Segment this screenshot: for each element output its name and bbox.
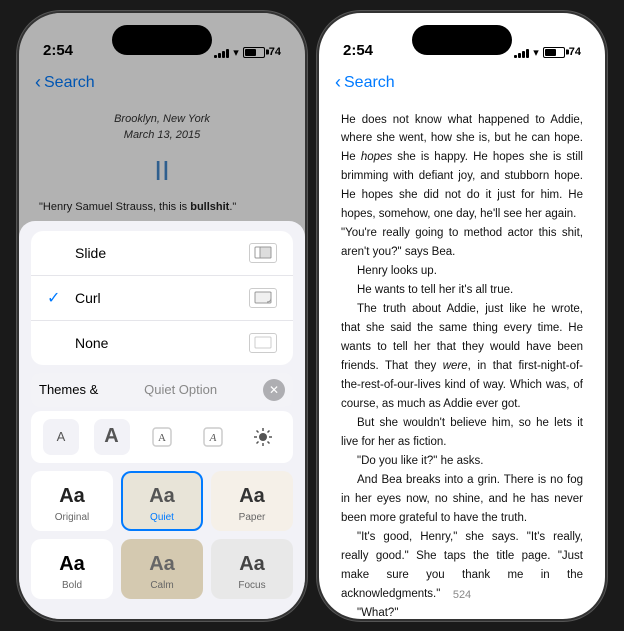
- theme-original-aa: Aa: [59, 485, 85, 508]
- theme-quiet-label: Quiet: [150, 512, 174, 523]
- right-para-4: He wants to tell her it's all true.: [341, 281, 583, 300]
- page-number: 524: [453, 589, 471, 601]
- curl-check: ✓: [47, 288, 67, 308]
- back-label-right: Search: [344, 74, 395, 92]
- themes-label: Themes &: [39, 382, 98, 397]
- theme-quiet[interactable]: Aa Quiet: [121, 471, 203, 531]
- theme-bold-aa: Aa: [59, 553, 85, 576]
- theme-focus-aa: Aa: [239, 553, 265, 576]
- signal-bars-right: [514, 47, 529, 58]
- signal-bar-r2: [518, 53, 521, 58]
- transition-curl[interactable]: ✓ Curl: [31, 276, 293, 321]
- font-serif-btn[interactable]: A: [195, 419, 231, 455]
- none-icon: [249, 333, 277, 353]
- close-button[interactable]: ✕: [263, 379, 285, 401]
- book-content-right: He does not know what happened to Addie,…: [319, 101, 605, 619]
- wifi-icon-right: ▾: [533, 46, 539, 59]
- battery-level-right: 74: [569, 46, 581, 58]
- theme-paper-label: Paper: [239, 512, 266, 523]
- quiet-option-label: Quiet Option: [144, 382, 217, 397]
- battery-fill-right: [545, 49, 557, 56]
- theme-calm[interactable]: Aa Calm: [121, 539, 203, 599]
- dynamic-island-right: [412, 25, 512, 55]
- font-controls: A A A A: [31, 411, 293, 463]
- right-para-6: But she wouldn't believe him, so he lets…: [341, 414, 583, 452]
- theme-original[interactable]: Aa Original: [31, 471, 113, 531]
- brightness-btn[interactable]: [245, 419, 281, 455]
- slide-label: Slide: [75, 245, 106, 261]
- nav-bar-right: ‹ Search: [319, 65, 605, 101]
- themes-grid: Aa Original Aa Quiet Aa Paper Aa Bold Aa: [31, 471, 293, 599]
- theme-bold[interactable]: Aa Bold: [31, 539, 113, 599]
- status-icons-right: ▾ 74: [514, 46, 581, 59]
- back-chevron-right: ‹: [335, 72, 341, 93]
- font-style-btn[interactable]: A: [144, 419, 180, 455]
- theme-bold-label: Bold: [62, 580, 82, 591]
- font-increase-btn[interactable]: A: [94, 419, 130, 455]
- popup-panel: ✓ Slide ✓ Curl: [19, 221, 305, 619]
- font-decrease-btn[interactable]: A: [43, 419, 79, 455]
- status-time-right: 2:54: [343, 42, 373, 59]
- theme-original-label: Original: [55, 512, 89, 523]
- transition-none-left: ✓ None: [47, 333, 108, 353]
- curl-label: Curl: [75, 290, 101, 306]
- left-phone: 2:54 ▾ 74 ‹ Search: [17, 11, 307, 621]
- right-phone: 2:54 ▾ 74 ‹ Search: [317, 11, 607, 621]
- right-para-3: Henry looks up.: [341, 262, 583, 281]
- svg-text:A: A: [208, 432, 216, 444]
- right-para-8: And Bea breaks into a grin. There is no …: [341, 471, 583, 528]
- theme-calm-aa: Aa: [149, 553, 175, 576]
- none-label: None: [75, 335, 108, 351]
- theme-quiet-aa: Aa: [149, 485, 175, 508]
- themes-options-bar: Themes & Quiet Option ✕: [31, 373, 293, 407]
- curl-icon: [249, 288, 277, 308]
- theme-calm-label: Calm: [150, 580, 173, 591]
- signal-bar-r3: [522, 51, 525, 58]
- svg-text:A: A: [158, 432, 166, 444]
- transition-menu: ✓ Slide ✓ Curl: [31, 231, 293, 365]
- theme-focus[interactable]: Aa Focus: [211, 539, 293, 599]
- phones-container: 2:54 ▾ 74 ‹ Search: [17, 11, 607, 621]
- transition-none[interactable]: ✓ None: [31, 321, 293, 365]
- right-para-1: He does not know what happened to Addie,…: [341, 111, 583, 225]
- battery-icon-right: [543, 47, 565, 58]
- back-button-right[interactable]: ‹ Search: [335, 72, 395, 93]
- theme-paper-aa: Aa: [239, 485, 265, 508]
- signal-bar-r1: [514, 55, 517, 58]
- theme-paper[interactable]: Aa Paper: [211, 471, 293, 531]
- right-para-7: "Do you like it?" he asks.: [341, 452, 583, 471]
- right-para-5: The truth about Addie, just like he wrot…: [341, 300, 583, 414]
- transition-slide-left: ✓ Slide: [47, 243, 106, 263]
- slide-icon: [249, 243, 277, 263]
- signal-bar-r4: [526, 49, 529, 58]
- transition-slide[interactable]: ✓ Slide: [31, 231, 293, 276]
- right-para-2: "You're really going to method actor thi…: [341, 224, 583, 262]
- right-para-10: "What?": [341, 604, 583, 619]
- theme-focus-label: Focus: [238, 580, 265, 591]
- transition-curl-left: ✓ Curl: [47, 288, 101, 308]
